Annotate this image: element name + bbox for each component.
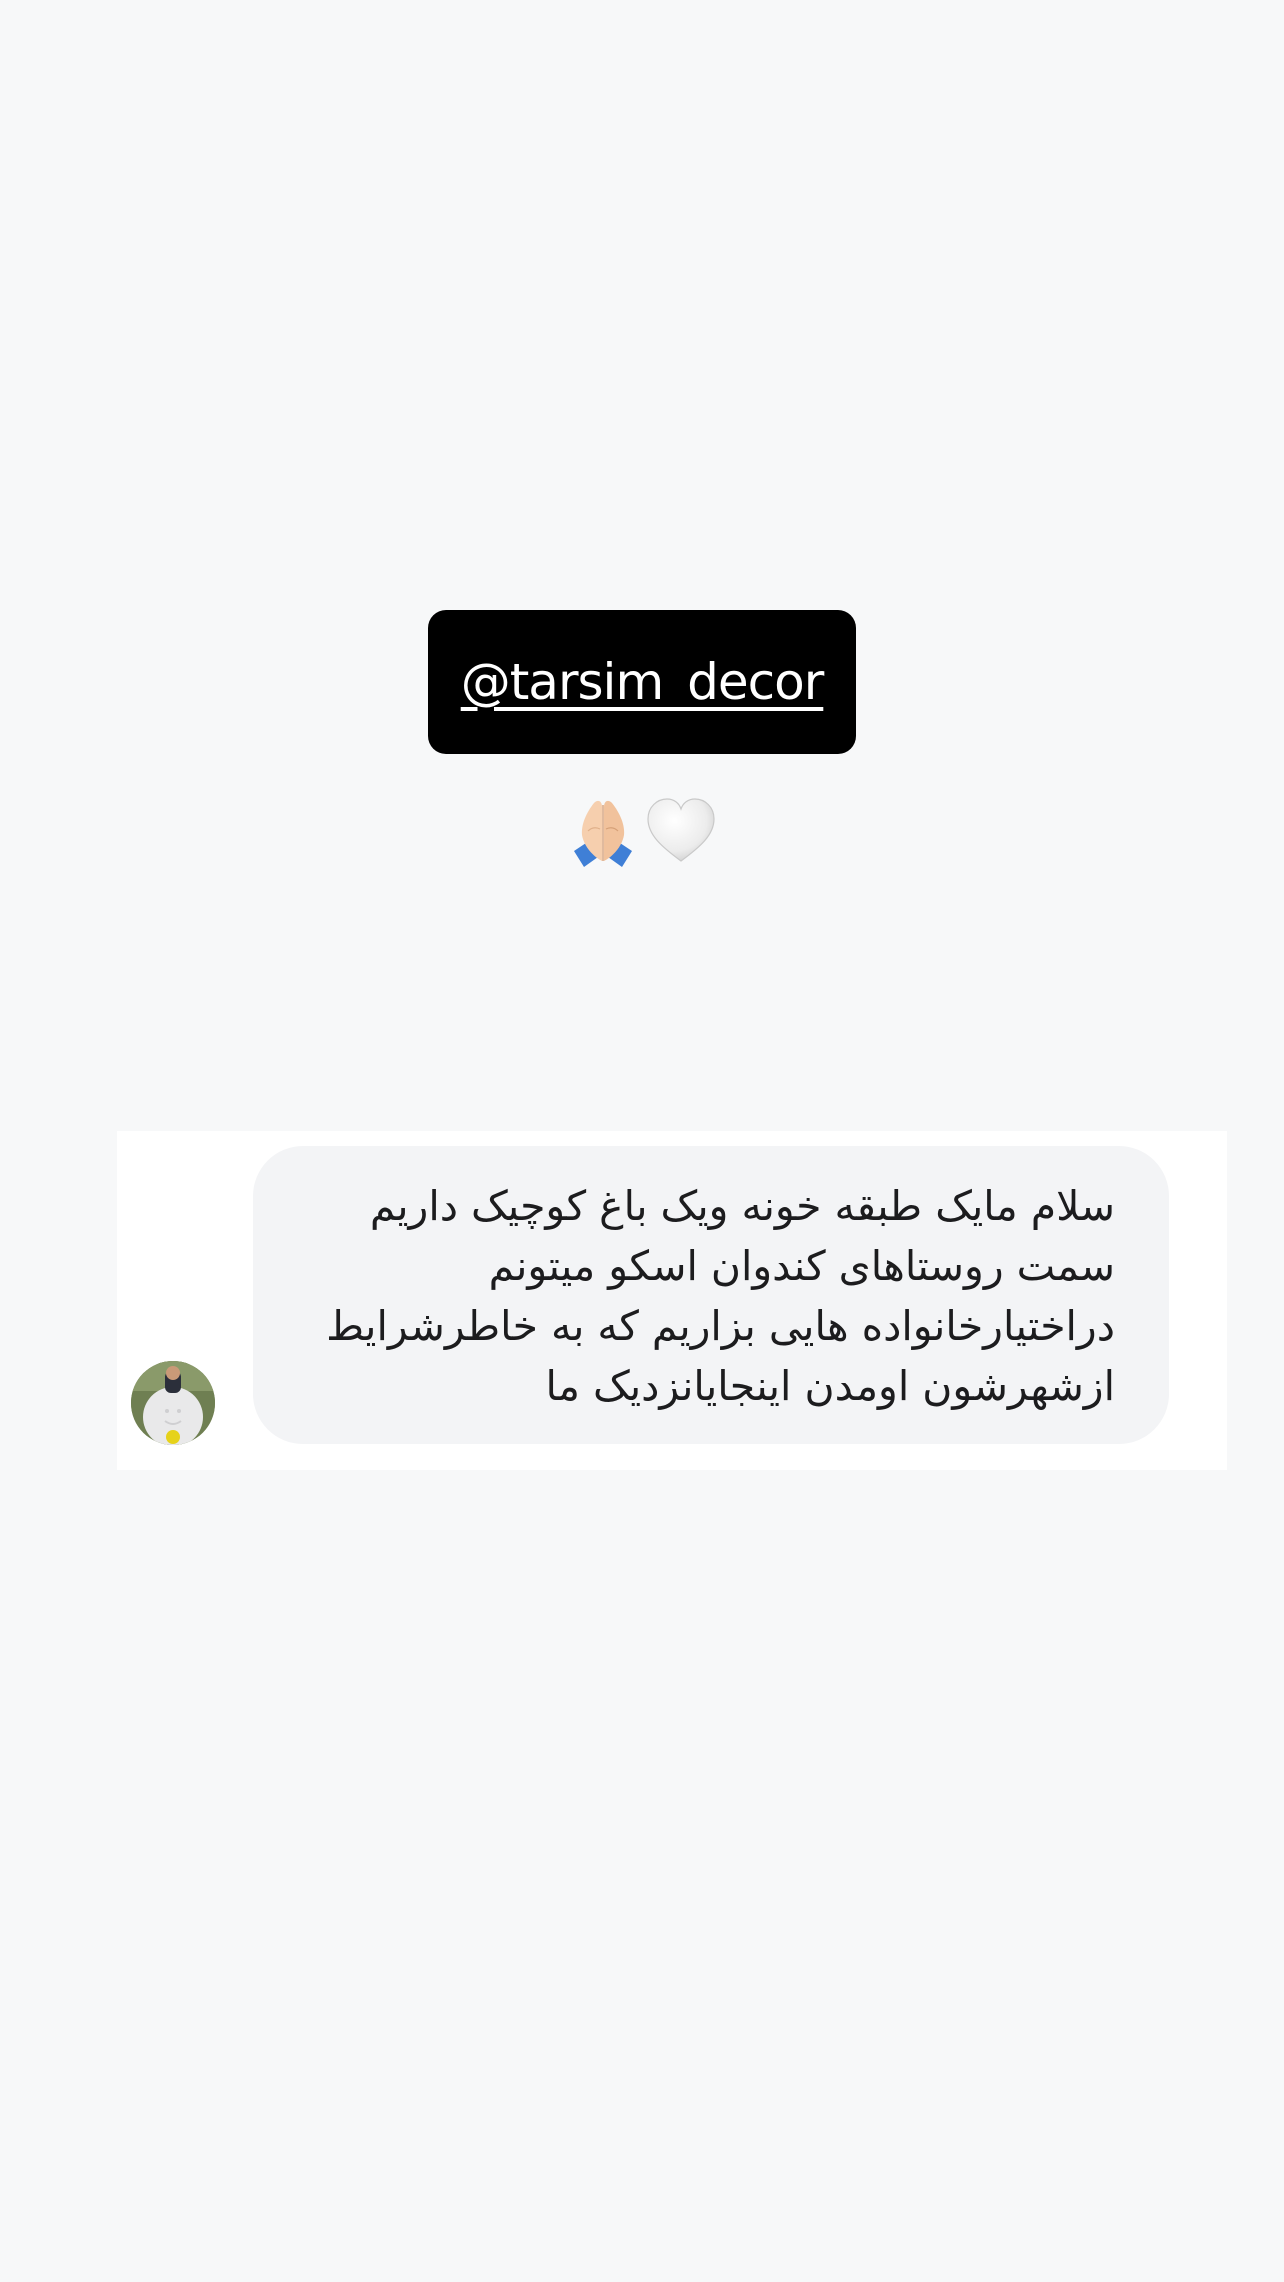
message-reply-card: سلام مایک طبقه خونه ویک باغ کوچیک داریم … (117, 1131, 1227, 1470)
mention-username[interactable]: @tarsim_decor (461, 653, 825, 711)
message-bubble[interactable]: سلام مایک طبقه خونه ویک باغ کوچیک داریم … (253, 1146, 1169, 1444)
mention-sticker[interactable]: @tarsim_decor (428, 610, 856, 754)
avatar[interactable] (131, 1361, 215, 1445)
message-text: سلام مایک طبقه خونه ویک باغ کوچیک داریم … (326, 1182, 1115, 1410)
emoji-line (542, 788, 742, 872)
folded-hands-icon (564, 791, 642, 869)
white-heart-icon (642, 791, 720, 869)
